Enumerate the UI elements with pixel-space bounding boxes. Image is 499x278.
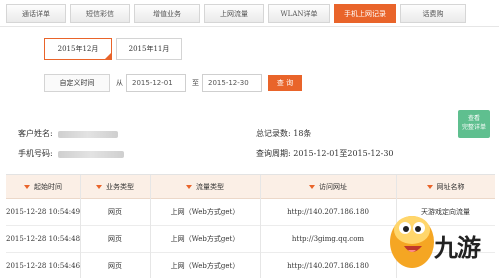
customer-name-masked (58, 131, 118, 138)
tab-data-usage[interactable]: 上网流量 (204, 4, 264, 23)
tab-value-added[interactable]: 增值业务 (134, 4, 200, 23)
query-period: 查询周期: 2015-12-01至2015-12-30 (256, 148, 394, 160)
tab-bar: 通话详单 短信彩信 增值业务 上网流量 WLAN详单 手机上网记录 话费购 (0, 0, 499, 27)
header-traffic-type: 流量类型 (150, 175, 260, 199)
customer-name-label: 客户姓名: (18, 129, 53, 138)
sort-triangle-icon (426, 185, 433, 189)
query-button[interactable]: 查 询 (268, 75, 302, 91)
sort-triangle-icon (24, 185, 30, 189)
cell-visited-url: http://140.207.186.180 (287, 262, 369, 270)
to-label: 至 (192, 79, 199, 87)
record-count-label: 总记录数: (256, 129, 294, 138)
record-count-value: 18条 (293, 129, 312, 138)
cell-service-type: 网页 (108, 208, 122, 216)
month-button-2015-12[interactable]: 2015年12月 (44, 38, 112, 60)
watermark-logo-text: 九游 (434, 234, 481, 262)
cell-start-time: 2015-12-28 10:54:46 (6, 262, 80, 270)
record-count: 总记录数: 18条 (256, 128, 311, 140)
badge-line-2: 完整详单 (461, 124, 486, 131)
cell-visited-url: http://3gimg.qq.com (291, 235, 365, 243)
header-service-type: 业务类型 (80, 175, 150, 199)
header-label: 业务类型 (106, 183, 134, 191)
tab-call-detail[interactable]: 通话详单 (6, 4, 66, 23)
column-divider (260, 175, 261, 278)
month-button-2015-11[interactable]: 2015年11月 (116, 38, 182, 60)
start-date-input[interactable]: 2015-12-01 (126, 74, 186, 92)
header-label: 访问网址 (319, 183, 347, 191)
sort-triangle-icon (96, 185, 102, 189)
cell-start-time: 2015-12-28 10:54:48 (6, 235, 80, 243)
tab-wlan-detail[interactable]: WLAN详单 (268, 4, 330, 23)
cell-traffic-type: 上网（Web方式get） (170, 208, 240, 216)
column-divider (150, 175, 151, 278)
header-visited-url: 访问网址 (260, 175, 396, 199)
header-label: 起始时间 (34, 183, 62, 191)
cell-service-type: 网页 (108, 262, 122, 270)
cell-traffic-type: 上网（Web方式get） (170, 235, 240, 243)
header-label: 流量类型 (196, 183, 224, 191)
header-start-time: 起始时间 (6, 175, 80, 199)
custom-time-button[interactable]: 自定义时间 (44, 74, 110, 92)
cell-service-type: 网页 (108, 235, 122, 243)
tab-sms-mms[interactable]: 短信彩信 (70, 4, 130, 23)
sort-triangle-icon (309, 185, 315, 189)
sort-triangle-icon (186, 185, 192, 189)
from-label: 从 (116, 79, 123, 87)
tab-mobile-web-records[interactable]: 手机上网记录 (334, 4, 396, 23)
selected-corner-icon (104, 52, 112, 60)
cell-start-time: 2015-12-28 10:54:49 (6, 208, 80, 216)
month-label: 2015年11月 (128, 45, 170, 53)
end-date-input[interactable]: 2015-12-30 (202, 74, 262, 92)
phone-number-label: 手机号码: (18, 149, 53, 158)
cell-traffic-type: 上网（Web方式get） (170, 262, 240, 270)
month-label: 2015年12月 (57, 45, 99, 53)
column-divider (80, 175, 81, 278)
tab-bill-purchase[interactable]: 话费购 (400, 4, 466, 23)
query-period-label: 查询周期: (256, 149, 294, 158)
badge-line-1: 查看 (467, 115, 480, 122)
cell-visited-url: http://140.207.186.180 (287, 208, 369, 216)
query-period-value: 2015-12-01至2015-12-30 (293, 149, 394, 158)
view-full-detail-badge[interactable]: 查看 完整详单 (458, 110, 490, 138)
phone-number-masked (58, 151, 124, 158)
